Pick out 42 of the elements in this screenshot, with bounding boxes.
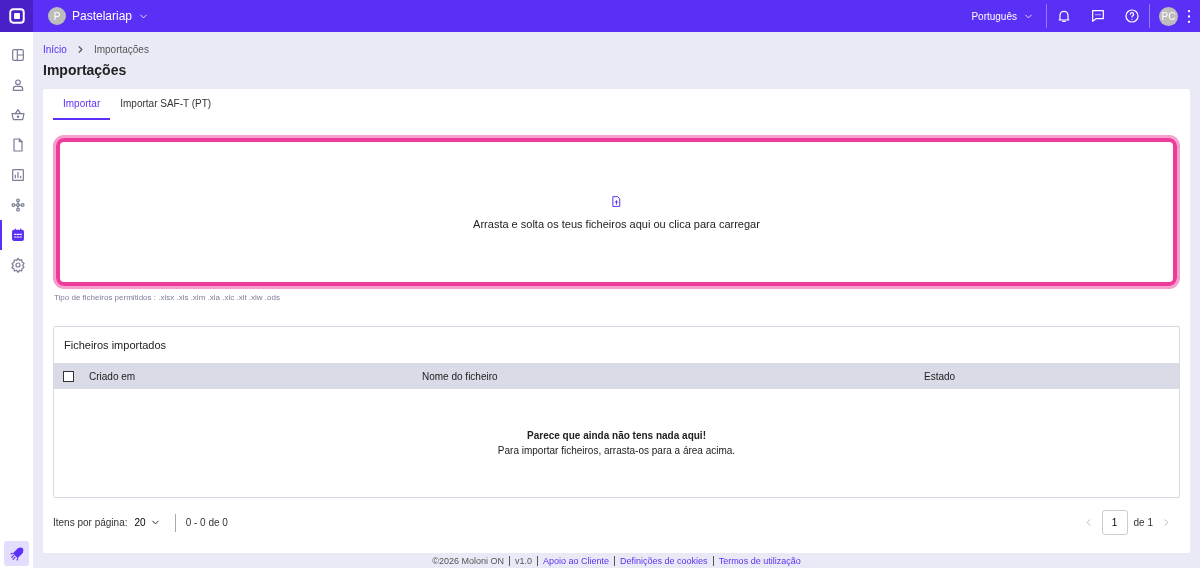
rocket-icon	[8, 545, 25, 562]
bell-icon	[1056, 8, 1072, 24]
footer-link[interactable]: Apoio ao Cliente	[537, 556, 610, 566]
version-text: v1.0	[509, 556, 532, 566]
logo-icon	[7, 7, 26, 25]
dropzone-text: Arrasta e solta os teus ficheiros aqui ou clica para carregar	[473, 217, 760, 230]
chat-icon	[1090, 8, 1106, 24]
rocket-button[interactable]	[4, 541, 29, 566]
help-icon	[1124, 8, 1140, 24]
allowed-types-hint: Tipo de ficheiros permitidos : .xlsx .xls .xlm .xla .xlc .xlt .xlw .ods	[54, 293, 281, 302]
breadcrumb-current: Importações	[93, 44, 149, 55]
copyright-text: ©2026 Moloni ON	[432, 556, 504, 566]
select-all-checkbox[interactable]	[63, 370, 74, 382]
column-header: Criado em	[89, 370, 137, 382]
calendar-icon	[9, 227, 26, 243]
items-per-page-select[interactable]: 20	[134, 517, 161, 528]
page-title: Importações	[43, 62, 128, 78]
settings-icon	[9, 257, 26, 273]
company-avatar: P	[48, 7, 66, 25]
column-header: Nome do ficheiro	[422, 370, 499, 382]
breadcrumb-link[interactable]: Início	[43, 44, 67, 55]
tab[interactable]: Importar	[53, 89, 111, 120]
table-title: Ficheiros importados	[63, 338, 168, 353]
kebab-icon	[1187, 9, 1191, 23]
chart-icon	[9, 167, 26, 183]
empty-text: Para importar ficheiros, arrasta-os para a área acima.	[497, 445, 736, 456]
language-selector[interactable]: Português	[959, 10, 1046, 22]
basket-icon	[9, 107, 26, 123]
company-selector[interactable]: P Pastelariap	[48, 7, 150, 25]
file-upload-icon	[610, 194, 623, 208]
page-count: de 1	[1133, 517, 1153, 528]
footer-link[interactable]: Definições de cookies	[614, 556, 708, 566]
empty-title: Parece que ainda não tens nada aqui!	[527, 430, 706, 441]
footer-link[interactable]: Termos de utilização	[712, 556, 801, 566]
page-input[interactable]: 1	[1101, 510, 1128, 535]
network-icon	[9, 197, 26, 213]
items-per-page-label: Itens por página:	[53, 517, 128, 528]
column-header: Estado	[924, 370, 957, 382]
range-text: 0 - 0 de 0	[185, 517, 228, 528]
layout-icon	[9, 47, 26, 63]
tab[interactable]: Importar SAF-T (PT)	[110, 89, 222, 120]
file-dropzone[interactable]: Arrasta e solta os teus ficheiros aqui ou clica para carregar	[56, 138, 1177, 286]
